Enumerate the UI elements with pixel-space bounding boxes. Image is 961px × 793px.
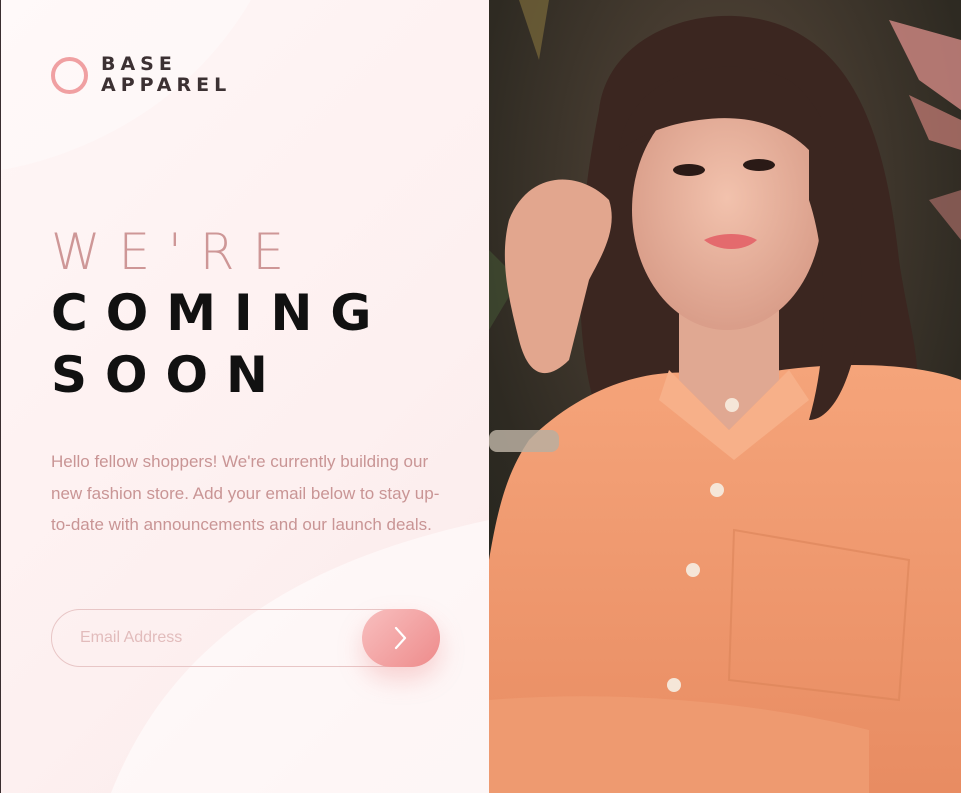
hero-image-panel <box>489 0 961 793</box>
chevron-right-icon <box>394 626 407 650</box>
hero-photo <box>489 0 961 793</box>
brand-name-line1: BASE <box>101 53 177 75</box>
email-signup-form <box>51 609 440 667</box>
page-title: WE'RE COMING SOON <box>51 222 389 406</box>
title-dark-line-1: COMING <box>51 284 390 342</box>
brand-name: BASE APPAREL <box>101 54 231 96</box>
brand-name-line2: APPAREL <box>101 74 232 96</box>
title-dark-line-2: SOON <box>51 346 286 404</box>
brand-logo[interactable]: BASE APPAREL <box>51 54 231 96</box>
content-panel: BASE APPAREL WE'RE COMING SOON Hello fel… <box>1 0 489 793</box>
intro-paragraph: Hello fellow shoppers! We're currently b… <box>51 452 440 534</box>
ring-logo-icon <box>51 56 88 94</box>
submit-button[interactable] <box>362 609 440 667</box>
coming-soon-page: BASE APPAREL WE'RE COMING SOON Hello fel… <box>0 0 961 793</box>
title-light-line: WE'RE <box>51 223 303 281</box>
